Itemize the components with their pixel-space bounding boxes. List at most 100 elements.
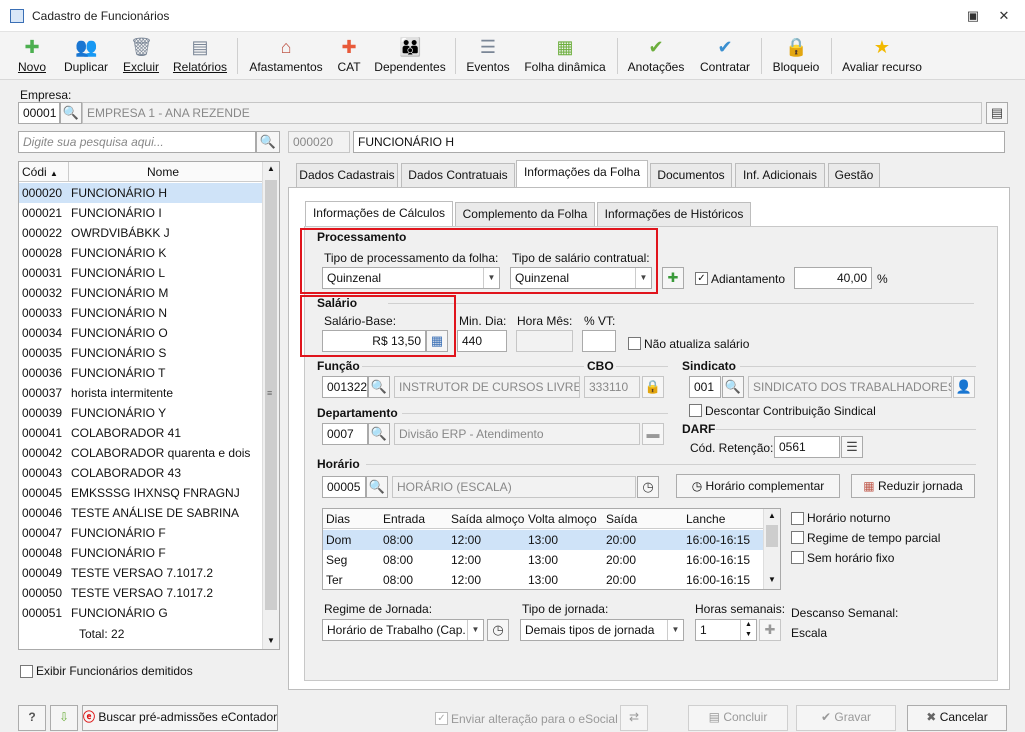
list-item[interactable]: 000028 FUNCIONÁRIO K (19, 243, 262, 263)
tab-gestao[interactable]: Gestão (828, 163, 880, 187)
adiantamento-checkbox[interactable]: ✓ (695, 272, 708, 285)
header-name[interactable]: Nome (147, 165, 179, 179)
funcao-search-button[interactable]: 🔍 (368, 376, 390, 398)
duplicar-button[interactable]: 👥 Duplicar (60, 34, 112, 78)
list-item[interactable]: 000021 FUNCIONÁRIO I (19, 203, 262, 223)
scroll-up-icon[interactable]: ▲ (267, 164, 275, 173)
empresa-details-button[interactable]: ▤ (986, 102, 1008, 124)
list-item[interactable]: 000046 TESTE ANÁLISE DE SABRINA (19, 503, 262, 523)
list-item[interactable]: 000041 COLABORADOR 41 (19, 423, 262, 443)
subtab-informacoes-calculos[interactable]: Informações de Cálculos (305, 201, 453, 227)
scroll-down-icon[interactable]: ▼ (768, 575, 776, 584)
sindicato-search-button[interactable]: 🔍 (722, 376, 744, 398)
tab-informacoes-da-folha[interactable]: Informações da Folha (516, 160, 648, 187)
list-item[interactable]: 000050 TESTE VERSAO 7.1017.2 (19, 583, 262, 603)
list-item[interactable]: 000037 horista intermitente (19, 383, 262, 403)
cat-button[interactable]: ✚ CAT (333, 34, 365, 78)
dependentes-button[interactable]: 👪 Dependentes (372, 34, 448, 78)
list-item[interactable]: 000036 FUNCIONÁRIO T (19, 363, 262, 383)
contratar-button[interactable]: ✔ Contratar (697, 34, 753, 78)
horas-add-button[interactable]: ✚ (759, 619, 781, 641)
close-icon[interactable]: ✕ (995, 7, 1013, 25)
list-scrollbar[interactable]: ▲ ≡ ▼ (262, 162, 279, 649)
table-row[interactable]: Ter 08:00 12:00 13:00 20:00 16:00-16:15 (323, 570, 763, 590)
chevron-down-icon[interactable]: ▼ (467, 620, 483, 640)
chevron-down-icon[interactable]: ▼ (483, 268, 499, 288)
current-name-input[interactable]: FUNCIONÁRIO H (353, 131, 1005, 153)
subtab-informacoes-historicos[interactable]: Informações de Históricos (597, 202, 751, 226)
horario-code-input[interactable]: 00005 (322, 476, 366, 498)
import-button[interactable]: ⇩ (50, 705, 78, 731)
departamento-details-button[interactable]: ▬ (642, 423, 664, 445)
list-item[interactable]: 000022 OWRDVIBÁBKK J (19, 223, 262, 243)
list-item[interactable]: 000035 FUNCIONÁRIO S (19, 343, 262, 363)
min-dia-input[interactable]: 440 (457, 330, 507, 352)
adiantamento-input[interactable]: 40,00 (794, 267, 872, 289)
departamento-search-button[interactable]: 🔍 (368, 423, 390, 445)
salario-calculator-button[interactable]: ▦ (426, 330, 448, 352)
list-item[interactable]: 000051 FUNCIONÁRIO G (19, 603, 262, 623)
tab-dados-contratuais[interactable]: Dados Contratuais (401, 163, 515, 187)
descontar-checkbox[interactable] (689, 404, 702, 417)
exibir-demitidos-checkbox[interactable] (20, 665, 33, 678)
esocial-send-button[interactable]: ⇄ (620, 705, 648, 731)
esocial-checkbox[interactable]: ✓ (435, 712, 448, 725)
horas-stepper[interactable]: ▲ ▼ (740, 620, 756, 640)
list-item[interactable]: 000034 FUNCIONÁRIO O (19, 323, 262, 343)
tab-documentos[interactable]: Documentos (650, 163, 732, 187)
list-item[interactable]: 000047 FUNCIONÁRIO F (19, 523, 262, 543)
list-item[interactable]: 000042 COLABORADOR quarenta e dois (19, 443, 262, 463)
bloqueio-button[interactable]: 🔒 Bloqueio (769, 34, 823, 78)
help-button[interactable]: ? (18, 705, 46, 731)
tipo-processamento-select[interactable]: Quinzenal (322, 267, 500, 289)
tab-inf-adicionais[interactable]: Inf. Adicionais (735, 163, 825, 187)
cancelar-button[interactable]: ✖ Cancelar (907, 705, 1007, 731)
sindicato-details-button[interactable]: 👤 (953, 376, 975, 398)
list-item[interactable]: 000048 FUNCIONÁRIO F (19, 543, 262, 563)
horario-clock-button[interactable]: ◷ (637, 476, 659, 498)
regime-clock-button[interactable]: ◷ (487, 619, 509, 641)
empresa-search-button[interactable]: 🔍 (60, 102, 82, 124)
list-item[interactable]: 000032 FUNCIONÁRIO M (19, 283, 262, 303)
horario-noturno-checkbox[interactable] (791, 512, 804, 525)
chevron-down-icon[interactable]: ▼ (667, 620, 683, 640)
regime-jornada-select[interactable]: Horário de Trabalho (Cap. (322, 619, 484, 641)
nao-atualiza-checkbox[interactable] (628, 337, 641, 350)
list-item[interactable]: 000043 COLABORADOR 43 (19, 463, 262, 483)
folha-dinamica-button[interactable]: ▦ Folha dinâmica (521, 34, 609, 78)
scroll-up-icon[interactable]: ▲ (768, 511, 776, 520)
table-row[interactable]: Dom 08:00 12:00 13:00 20:00 16:00-16:15 (323, 530, 763, 550)
empresa-code-input[interactable]: 00001 (18, 102, 60, 124)
scroll-thumb[interactable] (766, 525, 778, 547)
header-code[interactable]: Códi ▲ (22, 165, 58, 179)
novo-button[interactable]: ✚ Novo (14, 34, 50, 78)
chevron-down-icon[interactable]: ▼ (635, 268, 651, 288)
eventos-button[interactable]: ☰ Eventos (464, 34, 512, 78)
funcao-code-input[interactable]: 001322 (322, 376, 368, 398)
search-button[interactable]: 🔍 (256, 131, 280, 153)
concluir-button[interactable]: ▤ Concluir (688, 705, 788, 731)
horario-complementar-button[interactable]: ◷ Horário complementar (676, 474, 840, 498)
avaliar-recurso-button[interactable]: ★ Avaliar recurso (840, 34, 924, 78)
buscar-pre-admissoes-button[interactable]: ⓔ Buscar pré-admissões eContador (82, 705, 278, 731)
excluir-button[interactable]: 🗑 Excluir (120, 34, 162, 78)
darf-list-button[interactable]: ☰ (841, 436, 863, 458)
horario-search-button[interactable]: 🔍 (366, 476, 388, 498)
sindicato-code-input[interactable]: 001 (689, 376, 721, 398)
grid-scrollbar[interactable]: ▲ ▼ (763, 509, 780, 589)
sem-horario-fixo-checkbox[interactable] (791, 551, 804, 564)
tipo-jornada-select[interactable]: Demais tipos de jornada (520, 619, 684, 641)
departamento-code-input[interactable]: 0007 (322, 423, 368, 445)
reduzir-jornada-button[interactable]: ▦ Reduzir jornada (851, 474, 975, 498)
anotacoes-button[interactable]: ✔ Anotações (625, 34, 687, 78)
table-row[interactable]: Seg 08:00 12:00 13:00 20:00 16:00-16:15 (323, 550, 763, 570)
scroll-down-icon[interactable]: ▼ (267, 636, 275, 645)
afastamentos-button[interactable]: ⌂ Afastamentos (246, 34, 326, 78)
relatorios-button[interactable]: ▤ Relatórios (171, 34, 229, 78)
add-salary-type-button[interactable]: ✚ (662, 267, 684, 289)
darf-input[interactable]: 0561 (774, 436, 840, 458)
list-item[interactable]: 000020 FUNCIONÁRIO H (19, 183, 262, 203)
subtab-complemento-folha[interactable]: Complemento da Folha (455, 202, 595, 226)
list-item[interactable]: 000045 EMKSSSG IHXNSQ FNRAGNJ (19, 483, 262, 503)
tab-dados-cadastrais[interactable]: Dados Cadastrais (296, 163, 398, 187)
